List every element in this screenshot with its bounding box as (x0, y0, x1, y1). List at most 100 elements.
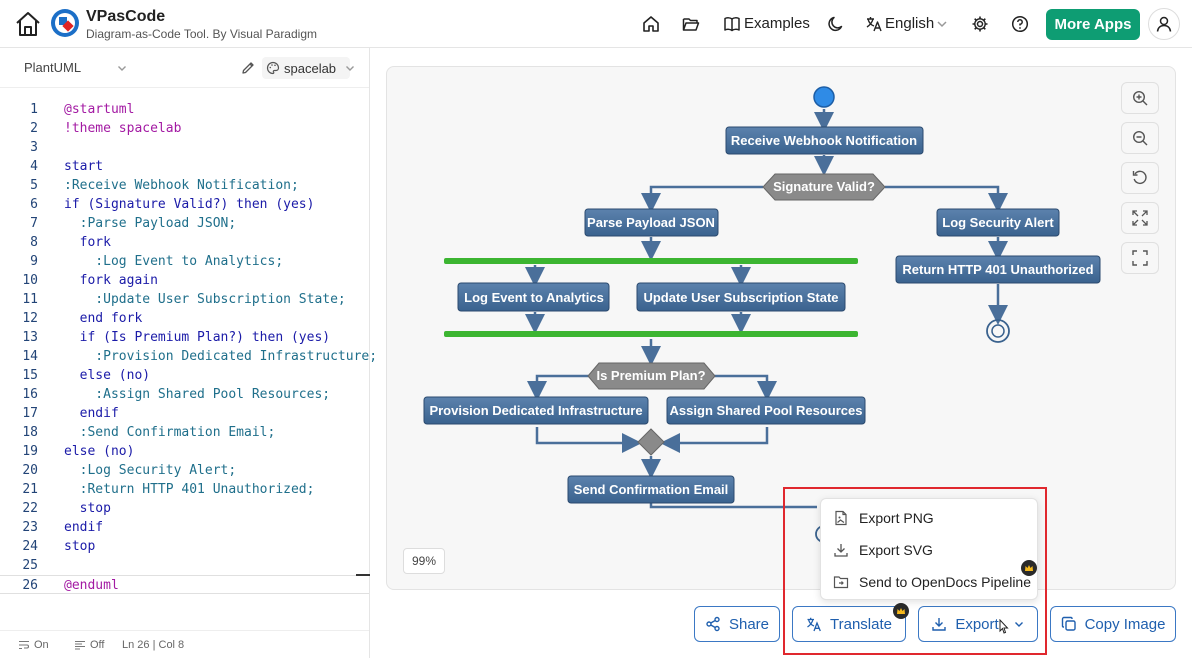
code-line[interactable]: 8 fork (0, 233, 369, 252)
user-icon[interactable] (1148, 8, 1180, 40)
code-text: endif (64, 520, 104, 535)
code-line[interactable]: 11 :Update User Subscription State; (0, 290, 369, 309)
home-nav-icon[interactable] (641, 14, 661, 34)
code-line[interactable]: 19 else (no) (0, 442, 369, 461)
line-number: 16 (22, 387, 38, 402)
code-text: :Send Confirmation Email; (64, 425, 276, 440)
translate-button[interactable]: Translate (792, 606, 906, 642)
app-title: VPasCode (86, 8, 166, 25)
svg-text:Log Security Alert: Log Security Alert (942, 215, 1054, 230)
book-icon[interactable] (722, 14, 742, 34)
fullscreen-icon[interactable] (1121, 242, 1159, 274)
minimap-state: Off (90, 639, 105, 651)
gear-icon[interactable] (970, 14, 990, 34)
code-line[interactable]: 7 :Parse Payload JSON; (0, 214, 369, 233)
word-wrap-toggle[interactable]: On (18, 639, 49, 651)
mouse-cursor-icon (996, 618, 1010, 644)
code-text: :Log Security Alert; (64, 463, 237, 478)
code-line[interactable]: 17 endif (0, 404, 369, 423)
language-select[interactable]: English (885, 15, 934, 32)
line-number: 1 (30, 102, 38, 117)
moon-icon[interactable] (826, 14, 846, 34)
chevron-down-icon[interactable] (116, 61, 128, 79)
menu-item-export-svg[interactable]: Export SVG (821, 534, 1039, 566)
chevron-down-icon[interactable] (932, 14, 952, 34)
fork-bar (444, 258, 858, 264)
copy-icon (1061, 616, 1077, 632)
minimap-toggle[interactable]: Off (74, 639, 104, 651)
menu-item-send-opendocs[interactable]: Send to OpenDocs Pipeline (821, 566, 1039, 598)
line-number: 13 (22, 330, 38, 345)
code-text: stop (64, 501, 111, 516)
code-line[interactable]: 21 :Return HTTP 401 Unauthorized; (0, 480, 369, 499)
line-number: 22 (22, 501, 38, 516)
examples-link[interactable]: Examples (744, 15, 810, 32)
svg-text:Parse Payload JSON: Parse Payload JSON (587, 215, 715, 230)
fit-to-screen-icon[interactable] (1121, 202, 1159, 234)
translate-icon[interactable] (864, 14, 884, 34)
node-return-401: Return HTTP 401 Unauthorized (895, 255, 1101, 284)
code-line[interactable]: 1 @startuml (0, 100, 369, 119)
reset-zoom-icon[interactable] (1121, 162, 1159, 194)
help-icon[interactable] (1010, 14, 1030, 34)
code-line[interactable]: 5:Receive Webhook Notification; (0, 176, 369, 195)
code-text: if (Is Premium Plan?) then (yes) (64, 330, 331, 345)
code-text: :Log Event to Analytics; (64, 254, 284, 269)
minimap-icon (74, 639, 86, 651)
wrap-state: On (34, 639, 49, 651)
more-apps-button[interactable]: More Apps (1046, 9, 1140, 40)
code-line[interactable]: 18 :Send Confirmation Email; (0, 423, 369, 442)
line-number: 4 (30, 159, 38, 174)
home-icon[interactable] (12, 8, 44, 40)
code-text-area[interactable]: 1 @startuml 2 !theme spacelab 3 4 start 5:Recei… (0, 88, 377, 628)
decision-premium-plan: Is Premium Plan? (587, 362, 716, 390)
code-line[interactable]: 25 (0, 556, 369, 575)
folder-open-icon[interactable] (681, 14, 701, 34)
code-line[interactable]: 26 @enduml (0, 575, 369, 594)
svg-text:Receive Webhook Notification: Receive Webhook Notification (731, 133, 917, 148)
diagram-canvas[interactable]: Receive Webhook Notification Signature V… (386, 66, 1176, 590)
code-line[interactable]: 10 fork again (0, 271, 369, 290)
code-line[interactable]: 20 :Log Security Alert; (0, 461, 369, 480)
app-subtitle: Diagram-as-Code Tool. By Visual Paradigm (86, 27, 317, 41)
palette-icon (266, 61, 280, 75)
svg-text:Log Event to Analytics: Log Event to Analytics (464, 290, 604, 305)
node-receive: Receive Webhook Notification (725, 126, 924, 155)
horizontal-scrollbar[interactable] (356, 574, 370, 576)
code-text: stop (64, 539, 96, 554)
code-line[interactable]: 6 if (Signature Valid?) then (yes) (0, 195, 369, 214)
svg-text:Provision Dedicated Infrastruc: Provision Dedicated Infrastructure (429, 403, 642, 418)
wrap-icon (18, 639, 30, 651)
svg-text:Return HTTP 401 Unauthorized: Return HTTP 401 Unauthorized (902, 262, 1093, 277)
code-line[interactable]: 22 stop (0, 499, 369, 518)
code-line[interactable]: 3 (0, 138, 369, 157)
translate-icon (806, 616, 822, 632)
theme-select[interactable]: spacelab (262, 57, 355, 79)
code-line[interactable]: 13 if (Is Premium Plan?) then (yes) (0, 328, 369, 347)
export-dropdown-menu: Export PNG Export SVG Send to OpenDocs P… (820, 498, 1038, 600)
code-line[interactable]: 15 else (no) (0, 366, 369, 385)
line-number: 26 (22, 578, 38, 593)
menu-item-export-png[interactable]: Export PNG (821, 502, 1039, 534)
code-line[interactable]: 14 :Provision Dedicated Infrastructure; (0, 347, 377, 366)
zoom-in-icon[interactable] (1121, 82, 1159, 114)
diagram-language-select[interactable]: PlantUML (24, 60, 81, 75)
code-line[interactable]: 23 endif (0, 518, 369, 537)
code-line[interactable]: 2 !theme spacelab (0, 119, 369, 138)
share-label: Share (728, 615, 770, 633)
export-button[interactable]: Export (918, 606, 1038, 642)
line-number: 8 (30, 235, 38, 250)
copy-image-button[interactable]: Copy Image (1050, 606, 1176, 642)
zoom-out-icon[interactable] (1121, 122, 1159, 154)
svg-text:Assign Shared Pool Resources: Assign Shared Pool Resources (670, 403, 863, 418)
code-line[interactable]: 9 :Log Event to Analytics; (0, 252, 369, 271)
pencil-icon[interactable] (240, 60, 256, 81)
node-update-subscription: Update User Subscription State (636, 282, 846, 312)
code-line[interactable]: 24 stop (0, 537, 369, 556)
line-number: 11 (22, 292, 38, 307)
code-text: :Return HTTP 401 Unauthorized; (64, 482, 315, 497)
share-button[interactable]: Share (694, 606, 780, 642)
code-line[interactable]: 12 end fork (0, 309, 369, 328)
code-line[interactable]: 4 start (0, 157, 369, 176)
code-line[interactable]: 16 :Assign Shared Pool Resources; (0, 385, 369, 404)
